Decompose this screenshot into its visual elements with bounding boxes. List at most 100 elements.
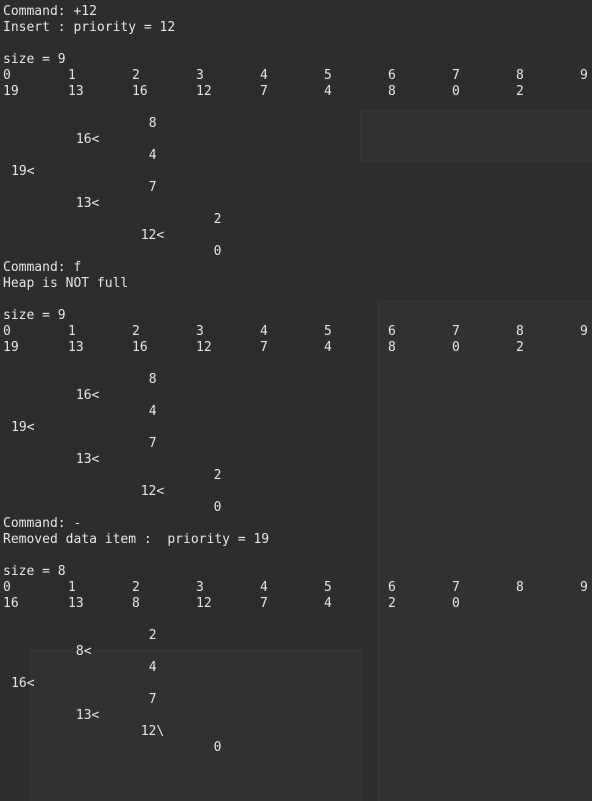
tree-line: 4 (0, 660, 592, 676)
array-index: 4 (260, 68, 268, 83)
tree-line: 16< (0, 676, 592, 692)
tree-node: 8 (148, 116, 157, 131)
array-value: 16 (132, 84, 148, 99)
message-text: Heap is NOT full (3, 276, 129, 291)
array-index: 9 (580, 68, 588, 83)
tree-line: 2 (0, 628, 592, 644)
array-value: 16 (132, 340, 148, 355)
heap-size-text: size = 8 (3, 564, 66, 579)
array-value: 7 (260, 596, 268, 611)
tree-node: 0 (213, 500, 222, 515)
value-row: 19 13 16 12 7 4 8 0 2 (0, 84, 592, 100)
array-index: 0 (3, 68, 11, 83)
index-row: 0 1 2 3 4 5 6 7 8 9 (0, 580, 592, 596)
array-index: 3 (196, 324, 204, 339)
tree-line: 12< (0, 228, 592, 244)
message-line: Heap is NOT full (0, 276, 592, 292)
array-index: 4 (260, 324, 268, 339)
array-value: 8 (388, 84, 396, 99)
array-value: 4 (324, 340, 332, 355)
tree-line: 13< (0, 708, 592, 724)
array-index: 2 (132, 68, 140, 83)
message-text: Removed data item : priority = 19 (3, 532, 270, 547)
array-index: 2 (132, 324, 140, 339)
tree-line: 4 (0, 404, 592, 420)
array-index: 1 (68, 580, 76, 595)
tree-line: 7 (0, 180, 592, 196)
tree-node: 13< (75, 708, 100, 723)
size-line: size = 9 (0, 308, 592, 324)
array-index: 5 (324, 68, 332, 83)
tree-node: 16< (75, 132, 100, 147)
array-index: 6 (388, 68, 396, 83)
tree-node: 0 (213, 244, 222, 259)
array-index: 7 (452, 580, 460, 595)
array-index: 8 (516, 580, 524, 595)
array-value: 13 (68, 340, 84, 355)
array-value: 4 (324, 84, 332, 99)
command-text: Command: - (3, 516, 82, 531)
command-line: Command: - (0, 516, 592, 532)
array-value: 0 (452, 596, 460, 611)
tree-node: 8< (75, 644, 92, 659)
array-value: 0 (452, 340, 460, 355)
array-index: 7 (452, 68, 460, 83)
array-value: 19 (3, 84, 19, 99)
tree-line: 8 (0, 372, 592, 388)
heap-size-text: size = 9 (3, 308, 66, 323)
tree-node: 4 (148, 660, 157, 675)
tree-line: 12\ (0, 724, 592, 740)
tree-node: 13< (75, 452, 100, 467)
array-value: 7 (260, 84, 268, 99)
array-index: 0 (3, 324, 11, 339)
array-index: 2 (132, 580, 140, 595)
tree-line: 19< (0, 420, 592, 436)
array-value: 19 (3, 340, 19, 355)
array-index: 4 (260, 580, 268, 595)
tree-node: 13< (75, 196, 100, 211)
tree-node: 12< (140, 228, 165, 243)
tree-line: 2 (0, 468, 592, 484)
tree-line: 7 (0, 692, 592, 708)
array-value: 12 (196, 84, 212, 99)
heap-size-text: size = 9 (3, 52, 66, 67)
array-index: 1 (68, 68, 76, 83)
tree-line: 16< (0, 132, 592, 148)
tree-line: 0 (0, 500, 592, 516)
array-index: 1 (68, 324, 76, 339)
tree-line: 0 (0, 244, 592, 260)
size-line: size = 8 (0, 564, 592, 580)
array-index: 8 (516, 68, 524, 83)
tree-node: 19< (11, 420, 35, 435)
tree-node: 2 (148, 628, 157, 643)
array-value: 2 (516, 340, 524, 355)
tree-node: 12\ (140, 724, 165, 739)
value-row: 16 13 8 12 7 4 2 0 (0, 596, 592, 612)
console-window[interactable]: Command: +12 Insert : priority = 12 size =… (0, 0, 592, 801)
array-value: 8 (388, 340, 396, 355)
array-index: 3 (196, 580, 204, 595)
array-value: 2 (388, 596, 396, 611)
array-index: 3 (196, 68, 204, 83)
array-value: 12 (196, 596, 212, 611)
tree-line: 2 (0, 212, 592, 228)
tree-node: 8 (148, 372, 157, 387)
tree-line: 4 (0, 148, 592, 164)
command-line: Command: f (0, 260, 592, 276)
tree-node: 12< (140, 484, 165, 499)
tree-node: 4 (148, 404, 157, 419)
array-value: 12 (196, 340, 212, 355)
array-value: 7 (260, 340, 268, 355)
tree-node: 7 (148, 692, 157, 707)
array-index: 6 (388, 580, 396, 595)
array-index: 5 (324, 580, 332, 595)
array-index: 9 (580, 580, 588, 595)
tree-node: 16< (75, 388, 100, 403)
array-value: 13 (68, 596, 84, 611)
array-index: 7 (452, 324, 460, 339)
tree-node: 2 (213, 468, 222, 483)
array-index: 5 (324, 324, 332, 339)
tree-node: 0 (213, 740, 222, 755)
tree-node: 4 (148, 148, 157, 163)
message-text: Insert : priority = 12 (3, 20, 176, 35)
